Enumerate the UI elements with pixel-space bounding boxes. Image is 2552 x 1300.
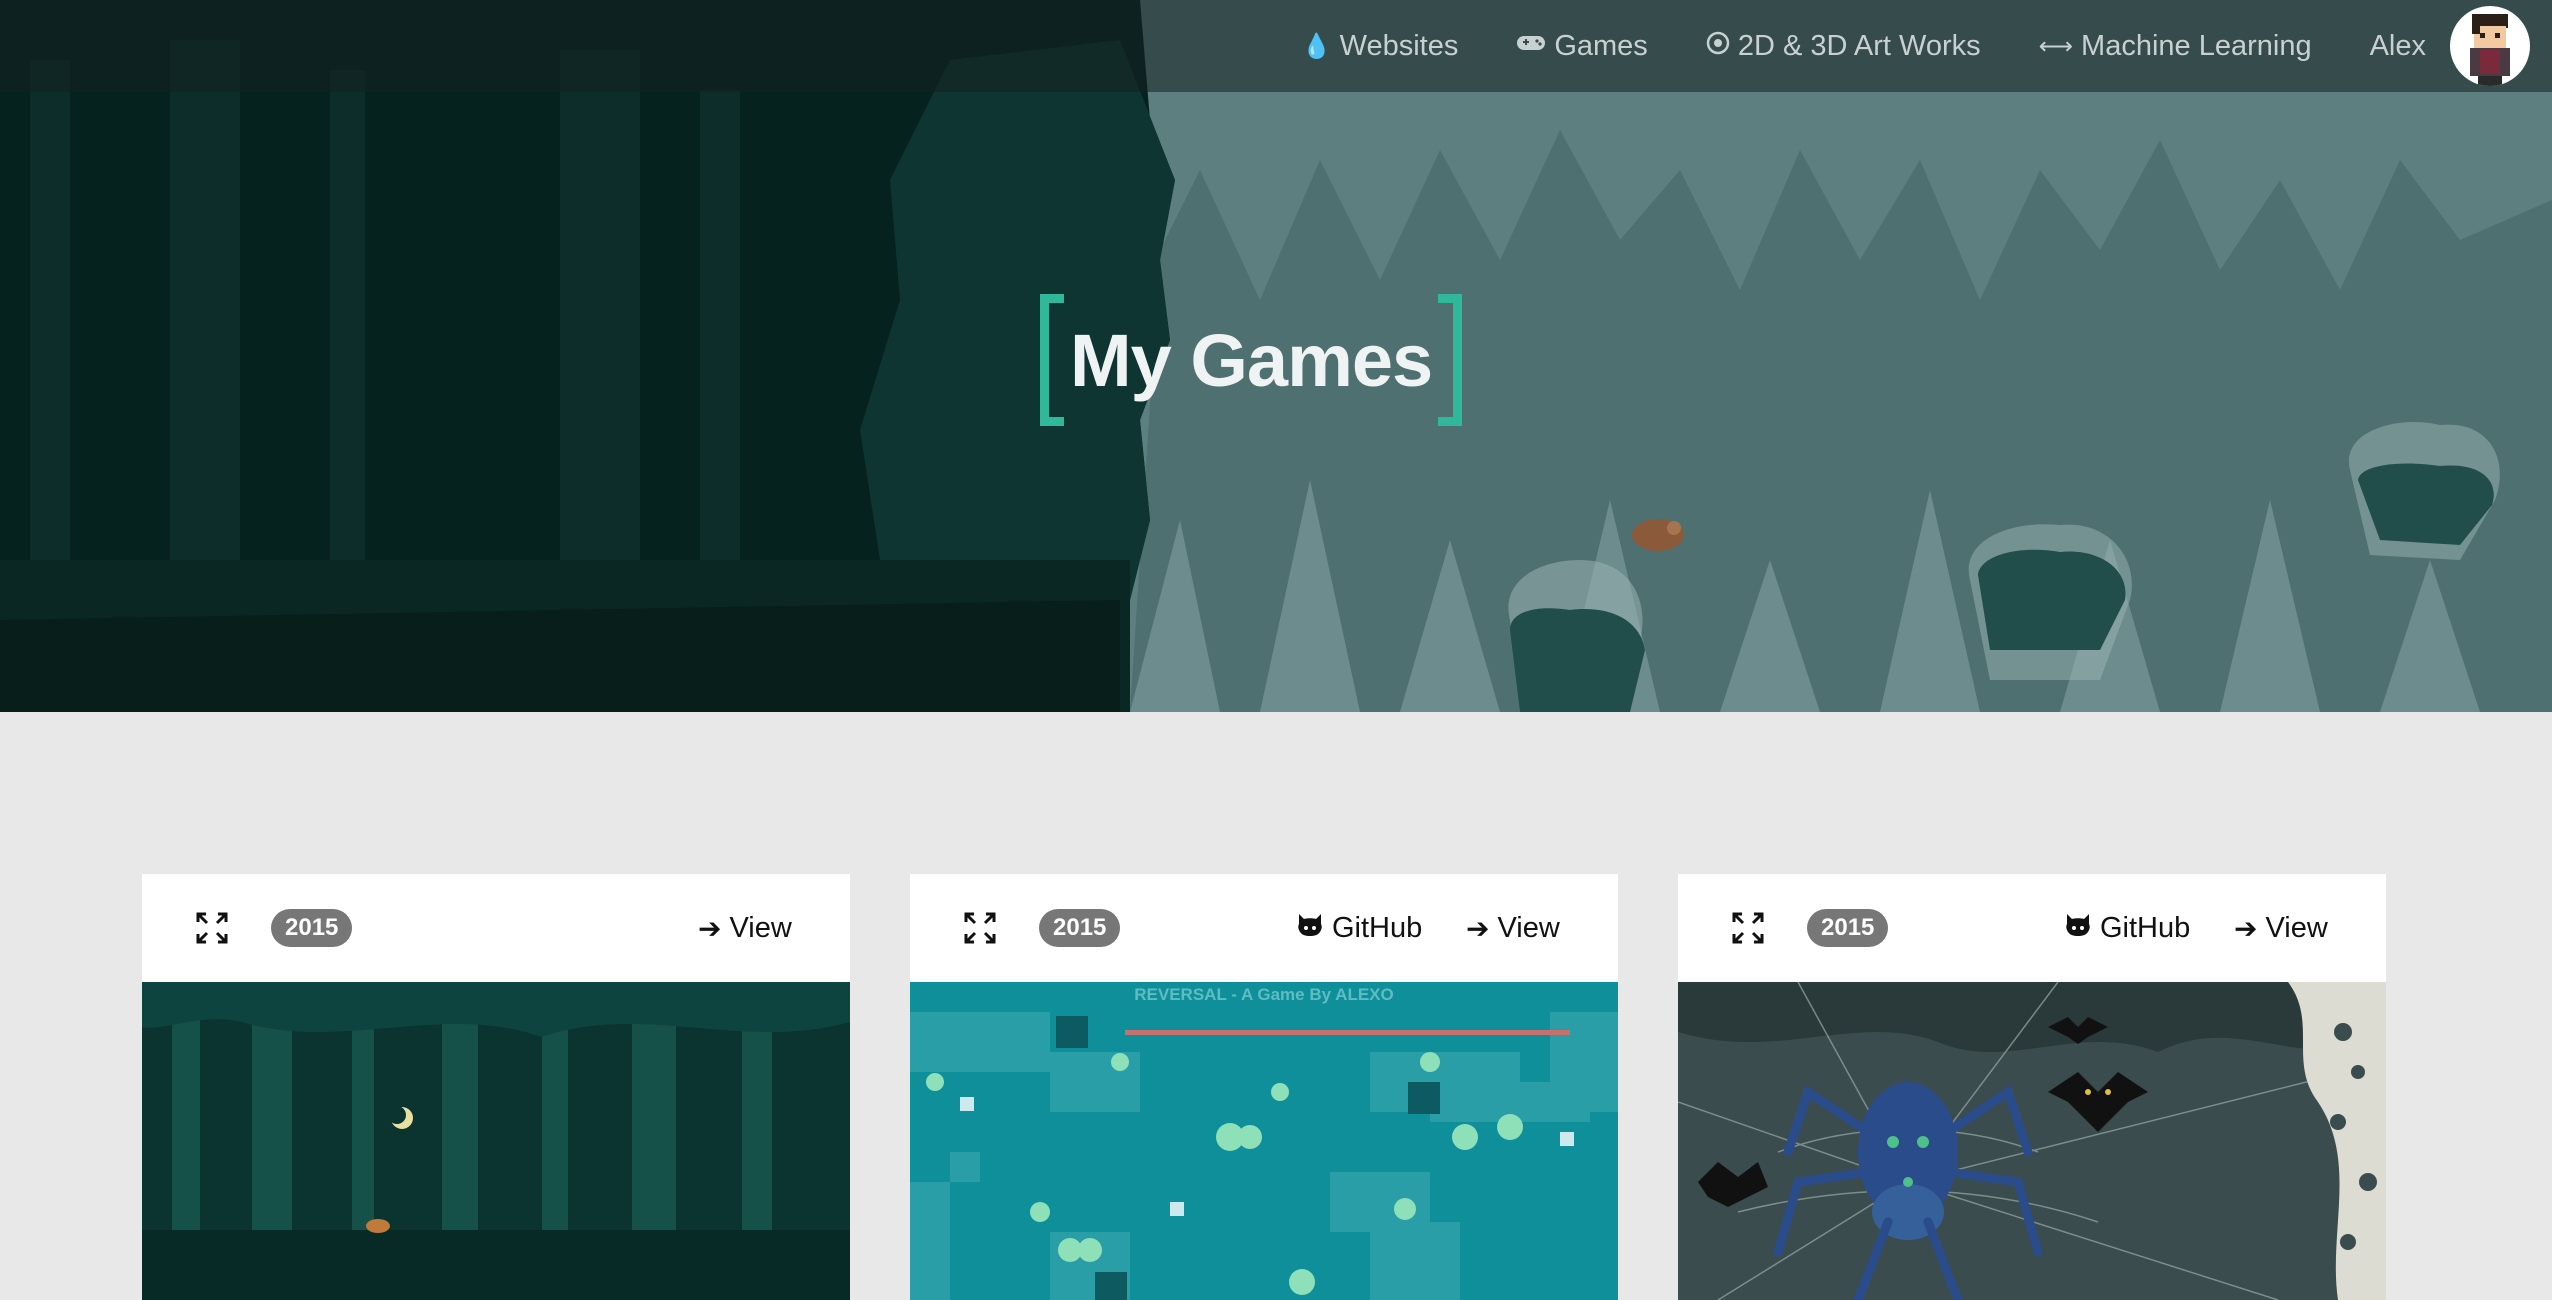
arrow-right-icon: ➔ <box>698 912 722 944</box>
avatar[interactable] <box>2450 6 2530 86</box>
view-label: View <box>1497 911 1560 944</box>
year-badge: 2015 <box>1807 909 1889 947</box>
arrow-right-icon: ➔ <box>1466 912 1490 944</box>
user-name[interactable]: Alex <box>2370 30 2426 63</box>
view-label: View <box>729 911 792 944</box>
nav-item-websites[interactable]: 💧 Websites <box>1302 30 1459 63</box>
game-caption: REVERSAL - A Game By ALEXO <box>1134 985 1393 1004</box>
arrow-right-icon: ➔ <box>2234 912 2258 944</box>
title-bracket-left <box>1040 294 1064 426</box>
nav-item-machine-learning[interactable]: ⟷ Machine Learning <box>2039 30 2312 63</box>
view-link[interactable]: ➔ View <box>1466 906 1560 950</box>
card-header: 2015 GitHub ➔ View <box>1678 874 2386 982</box>
game-thumbnail-spider-cave[interactable] <box>1678 982 2386 1300</box>
view-link[interactable]: ➔ View <box>2234 906 2328 950</box>
github-icon <box>1296 912 1324 945</box>
expand-icon[interactable] <box>1732 912 1764 944</box>
arrows-h-icon: ⟷ <box>2038 32 2074 60</box>
github-label: GitHub <box>2100 911 2191 944</box>
title-bracket-right <box>1438 294 1463 426</box>
game-card: 2015 GitHub ➔ View <box>910 874 1618 1300</box>
nav-item-label: 2D & 3D Art Works <box>1737 29 1981 62</box>
game-thumbnail-forest[interactable] <box>142 982 850 1300</box>
view-label: View <box>2265 911 2328 944</box>
gamepad-icon <box>1516 32 1546 60</box>
page-title: My Games <box>1040 290 1463 430</box>
game-card: 2015 GitHub ➔ View <box>1678 874 2386 1300</box>
github-label: GitHub <box>1332 911 1423 944</box>
nav-item-label: Machine Learning <box>2081 29 2312 62</box>
year-badge: 2015 <box>271 909 353 947</box>
top-navbar: 💧 Websites Games 2D & 3D Art Works ⟷ Mac… <box>0 0 2552 92</box>
nav-item-games[interactable]: Games <box>1516 29 1648 63</box>
github-icon <box>2064 912 2092 945</box>
page-title-text: My Games <box>1070 318 1433 402</box>
view-link[interactable]: ➔ View <box>698 906 792 950</box>
expand-icon[interactable] <box>964 912 996 944</box>
github-link[interactable]: GitHub <box>1296 906 1422 950</box>
github-link[interactable]: GitHub <box>2064 906 2190 950</box>
card-header: 2015 GitHub ➔ View <box>910 874 1618 982</box>
game-card: 2015 ➔ View <box>142 874 850 1300</box>
drupal-icon: 💧 <box>1301 32 1332 60</box>
target-icon <box>1706 31 1730 62</box>
nav-item-label: Websites <box>1339 29 1459 62</box>
nav-item-art-works[interactable]: 2D & 3D Art Works <box>1706 30 1981 63</box>
year-badge: 2015 <box>1039 909 1121 947</box>
game-thumbnail-reversal[interactable]: REVERSAL - A Game By ALEXO <box>910 982 1618 1300</box>
nav-item-label: Games <box>1554 29 1648 62</box>
card-header: 2015 ➔ View <box>142 874 850 982</box>
expand-icon[interactable] <box>196 912 228 944</box>
